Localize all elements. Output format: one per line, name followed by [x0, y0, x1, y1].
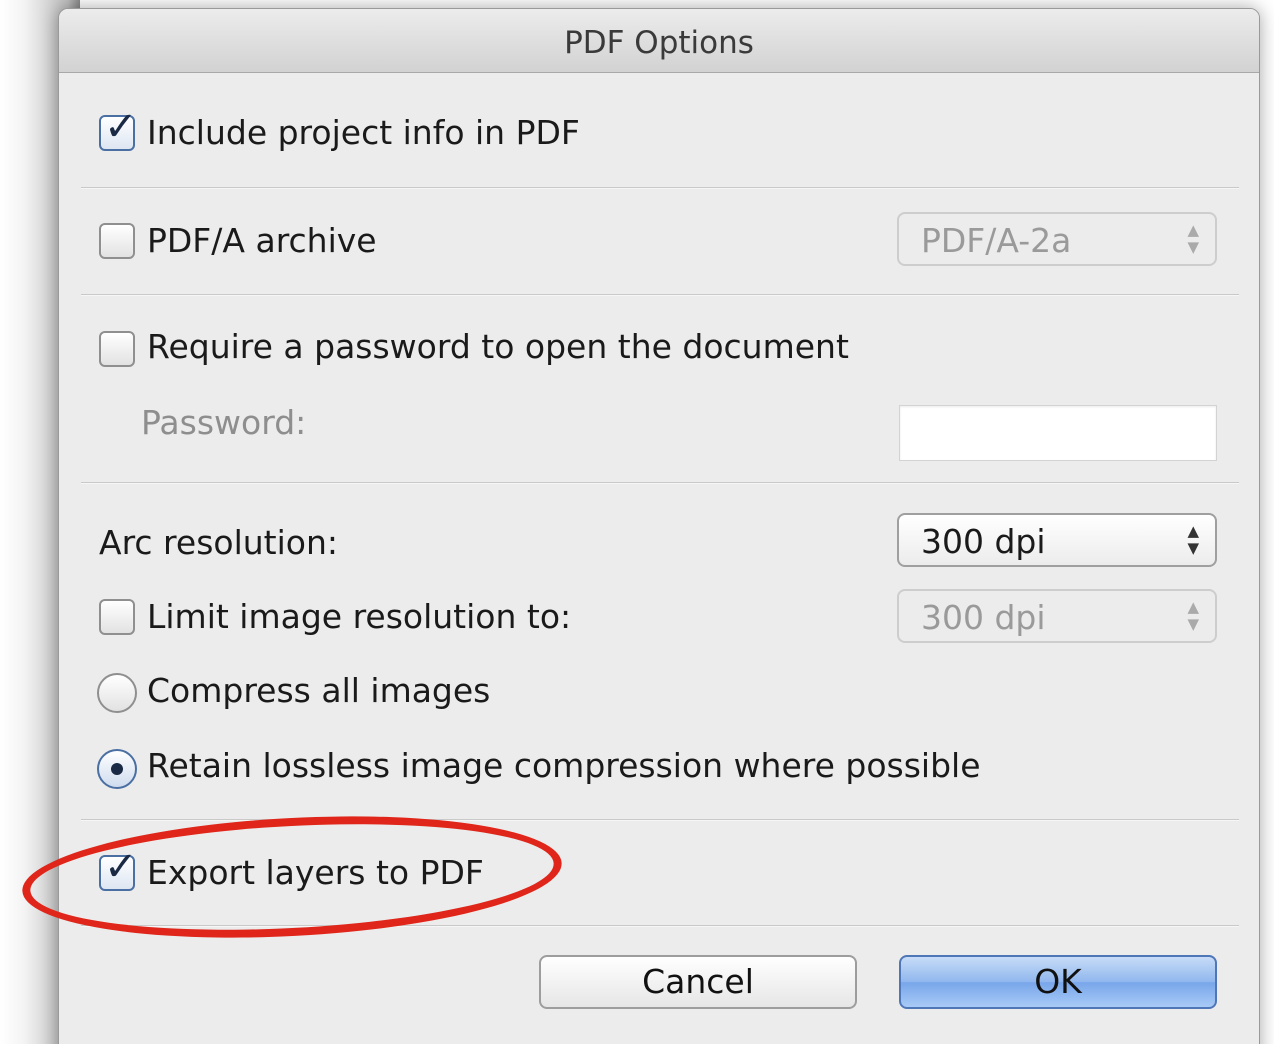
- password-field[interactable]: [899, 405, 1217, 461]
- popup-arrows-icon: ▲ ▼: [1187, 598, 1199, 633]
- pdfa-version-value: PDF/A-2a: [921, 221, 1072, 260]
- require-password-checkbox[interactable]: [99, 331, 135, 367]
- arc-resolution-label: Arc resolution:: [99, 523, 338, 562]
- dialog-title: PDF Options: [564, 25, 754, 61]
- popup-arrows-icon: ▲ ▼: [1187, 221, 1199, 256]
- limit-image-resolution-label: Limit image resolution to:: [147, 597, 572, 636]
- compress-all-images-label: Compress all images: [147, 671, 491, 710]
- checkmark-icon: ✓: [104, 104, 138, 150]
- separator: [81, 294, 1239, 296]
- title-bar: PDF Options: [59, 9, 1259, 73]
- limit-image-resolution-checkbox[interactable]: [99, 599, 135, 635]
- password-label: Password:: [141, 403, 307, 442]
- pdfa-archive-label: PDF/A archive: [147, 221, 377, 260]
- ok-button[interactable]: OK: [899, 955, 1217, 1009]
- radio-dot-icon: [111, 763, 123, 775]
- arc-resolution-popup[interactable]: 300 dpi ▲ ▼: [897, 513, 1217, 567]
- require-password-label: Require a password to open the document: [147, 327, 849, 366]
- separator: [81, 482, 1239, 484]
- retain-lossless-radio[interactable]: [97, 749, 137, 789]
- cancel-button[interactable]: Cancel: [539, 955, 857, 1009]
- pdfa-archive-checkbox[interactable]: [99, 223, 135, 259]
- popup-arrows-icon: ▲ ▼: [1187, 522, 1199, 557]
- limit-image-resolution-value: 300 dpi: [921, 598, 1046, 637]
- separator: [81, 187, 1239, 189]
- pdfa-version-popup[interactable]: PDF/A-2a ▲ ▼: [897, 212, 1217, 266]
- include-project-info-checkbox[interactable]: ✓: [99, 107, 138, 151]
- limit-image-resolution-popup[interactable]: 300 dpi ▲ ▼: [897, 589, 1217, 643]
- arc-resolution-value: 300 dpi: [921, 522, 1046, 561]
- compress-all-images-radio[interactable]: [97, 673, 137, 713]
- include-project-info-label: Include project info in PDF: [147, 113, 580, 152]
- retain-lossless-label: Retain lossless image compression where …: [147, 746, 981, 785]
